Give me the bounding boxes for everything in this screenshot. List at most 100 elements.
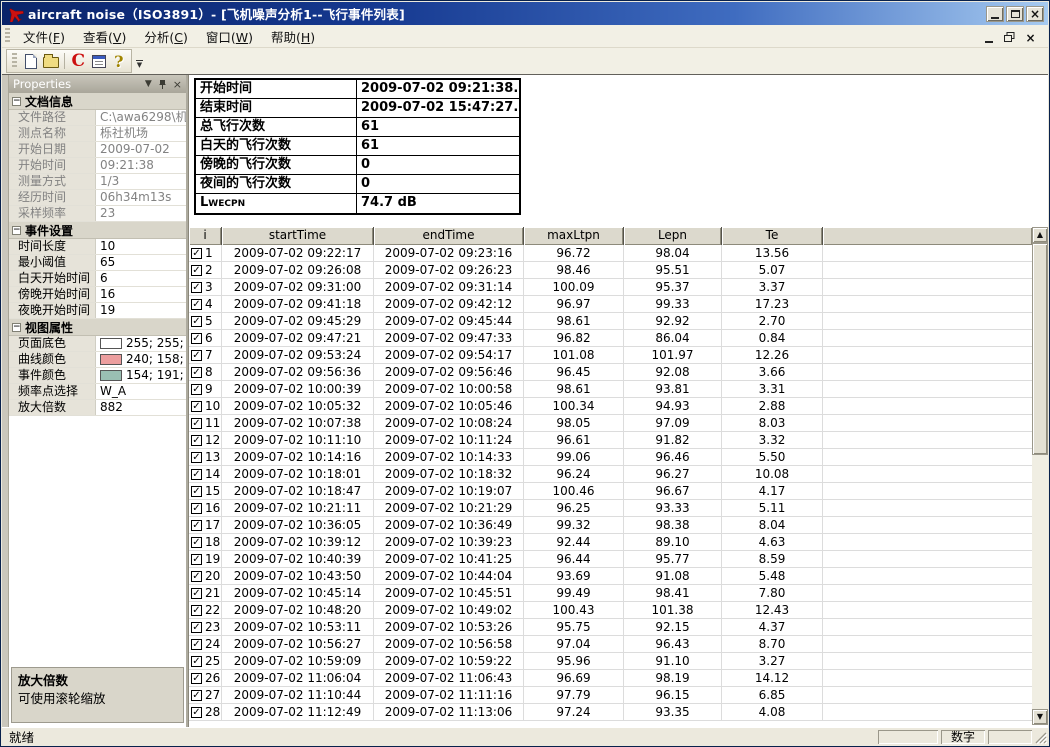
- scrollbar-thumb[interactable]: [1032, 243, 1048, 455]
- menu-item-4[interactable]: 帮助(H): [262, 24, 324, 49]
- event-row[interactable]: ✓32009-07-02 09:31:002009-07-02 09:31:14…: [189, 279, 1032, 296]
- menu-item-1[interactable]: 查看(V): [74, 24, 135, 49]
- mdi-close-button[interactable]: ×: [1023, 30, 1038, 43]
- event-row[interactable]: ✓232009-07-02 10:53:112009-07-02 10:53:2…: [189, 619, 1032, 636]
- open-file-button[interactable]: [41, 51, 61, 71]
- event-row[interactable]: ✓92009-07-02 10:00:392009-07-02 10:00:58…: [189, 381, 1032, 398]
- event-row[interactable]: ✓162009-07-02 10:21:112009-07-02 10:21:2…: [189, 500, 1032, 517]
- row-checkbox[interactable]: ✓: [191, 350, 202, 361]
- panel-close-icon[interactable]: ×: [173, 80, 182, 89]
- menu-grip[interactable]: [5, 28, 10, 44]
- row-checkbox[interactable]: ✓: [191, 316, 202, 327]
- event-row[interactable]: ✓112009-07-02 10:07:382009-07-02 10:08:2…: [189, 415, 1032, 432]
- row-checkbox[interactable]: ✓: [191, 571, 202, 582]
- title-bar[interactable]: aircraft noise（ISO3891）- [飞机噪声分析1--飞行事件列…: [2, 2, 1048, 25]
- event-row[interactable]: ✓272009-07-02 11:10:442009-07-02 11:11:1…: [189, 687, 1032, 704]
- property-row[interactable]: 测量方式1/3: [9, 174, 186, 190]
- row-checkbox[interactable]: ✓: [191, 384, 202, 395]
- minimize-button[interactable]: [986, 6, 1004, 22]
- property-value[interactable]: 154; 191; 18: [96, 368, 186, 383]
- collapse-minus-icon[interactable]: −: [12, 323, 21, 332]
- close-button[interactable]: ×: [1026, 6, 1044, 22]
- collapse-minus-icon[interactable]: −: [12, 226, 21, 235]
- properties-panel-header[interactable]: Properties ▼ ×: [9, 75, 186, 93]
- row-checkbox[interactable]: ✓: [191, 486, 202, 497]
- property-section-header[interactable]: −视图属性: [9, 319, 186, 336]
- scroll-down-button[interactable]: ▼: [1032, 709, 1048, 725]
- maximize-button[interactable]: [1006, 6, 1024, 22]
- property-value[interactable]: 19: [96, 303, 186, 318]
- event-row[interactable]: ✓192009-07-02 10:40:392009-07-02 10:41:2…: [189, 551, 1032, 568]
- properties-button[interactable]: [88, 51, 108, 71]
- column-header-blank[interactable]: [823, 227, 1032, 245]
- event-row[interactable]: ✓52009-07-02 09:45:292009-07-02 09:45:44…: [189, 313, 1032, 330]
- row-checkbox[interactable]: ✓: [191, 503, 202, 514]
- row-checkbox[interactable]: ✓: [191, 435, 202, 446]
- property-row[interactable]: 最小阈值65: [9, 255, 186, 271]
- property-row[interactable]: 傍晚开始时间16: [9, 287, 186, 303]
- property-value[interactable]: 882: [96, 400, 186, 415]
- calibration-button[interactable]: C: [68, 51, 88, 71]
- row-checkbox[interactable]: ✓: [191, 282, 202, 293]
- row-checkbox[interactable]: ✓: [191, 588, 202, 599]
- row-checkbox[interactable]: ✓: [191, 520, 202, 531]
- event-row[interactable]: ✓242009-07-02 10:56:272009-07-02 10:56:5…: [189, 636, 1032, 653]
- property-value[interactable]: 23: [96, 206, 186, 221]
- event-row[interactable]: ✓222009-07-02 10:48:202009-07-02 10:49:0…: [189, 602, 1032, 619]
- property-row[interactable]: 文件路径C:\awa6298\机场: [9, 110, 186, 126]
- row-checkbox[interactable]: ✓: [191, 248, 202, 259]
- property-value[interactable]: 240; 158; 15: [96, 352, 186, 367]
- property-row[interactable]: 采样频率23: [9, 206, 186, 222]
- property-row[interactable]: 时间长度10: [9, 239, 186, 255]
- vertical-scrollbar[interactable]: ▲ ▼: [1032, 227, 1048, 725]
- event-row[interactable]: ✓122009-07-02 10:11:102009-07-02 10:11:2…: [189, 432, 1032, 449]
- property-value[interactable]: 栎社机场: [96, 126, 186, 141]
- property-row[interactable]: 曲线颜色240; 158; 15: [9, 352, 186, 368]
- event-row[interactable]: ✓152009-07-02 10:18:472009-07-02 10:19:0…: [189, 483, 1032, 500]
- resize-grip-icon[interactable]: [1034, 731, 1047, 744]
- row-checkbox[interactable]: ✓: [191, 656, 202, 667]
- property-row[interactable]: 开始时间09:21:38: [9, 158, 186, 174]
- property-value[interactable]: W_A: [96, 384, 186, 399]
- event-row[interactable]: ✓12009-07-02 09:22:172009-07-02 09:23:16…: [189, 245, 1032, 262]
- property-row[interactable]: 夜晚开始时间19: [9, 303, 186, 319]
- row-checkbox[interactable]: ✓: [191, 452, 202, 463]
- panel-menu-chevron-icon[interactable]: ▼: [145, 80, 152, 89]
- row-checkbox[interactable]: ✓: [191, 673, 202, 684]
- column-header-i[interactable]: i: [189, 227, 222, 245]
- row-checkbox[interactable]: ✓: [191, 333, 202, 344]
- property-value[interactable]: 2009-07-02: [96, 142, 186, 157]
- column-header-endTime[interactable]: endTime: [374, 227, 524, 245]
- event-row[interactable]: ✓132009-07-02 10:14:162009-07-02 10:14:3…: [189, 449, 1032, 466]
- property-section-header[interactable]: −文档信息: [9, 93, 186, 110]
- event-row[interactable]: ✓252009-07-02 10:59:092009-07-02 10:59:2…: [189, 653, 1032, 670]
- event-row[interactable]: ✓262009-07-02 11:06:042009-07-02 11:06:4…: [189, 670, 1032, 687]
- row-checkbox[interactable]: ✓: [191, 367, 202, 378]
- event-row[interactable]: ✓212009-07-02 10:45:142009-07-02 10:45:5…: [189, 585, 1032, 602]
- mdi-restore-button[interactable]: [1002, 30, 1017, 43]
- property-row[interactable]: 页面底色255; 255; 25: [9, 336, 186, 352]
- help-button[interactable]: ?: [109, 51, 129, 71]
- row-checkbox[interactable]: ✓: [191, 707, 202, 718]
- event-row[interactable]: ✓172009-07-02 10:36:052009-07-02 10:36:4…: [189, 517, 1032, 534]
- property-row[interactable]: 测点名称栎社机场: [9, 126, 186, 142]
- menu-item-3[interactable]: 窗口(W): [197, 24, 262, 49]
- event-row[interactable]: ✓72009-07-02 09:53:242009-07-02 09:54:17…: [189, 347, 1032, 364]
- row-checkbox[interactable]: ✓: [191, 299, 202, 310]
- property-value[interactable]: 255; 255; 25: [96, 336, 186, 351]
- property-row[interactable]: 经历时间06h34m13s: [9, 190, 186, 206]
- menu-item-0[interactable]: 文件(F): [14, 24, 74, 49]
- row-checkbox[interactable]: ✓: [191, 469, 202, 480]
- event-row[interactable]: ✓282009-07-02 11:12:492009-07-02 11:13:0…: [189, 704, 1032, 721]
- event-row[interactable]: ✓142009-07-02 10:18:012009-07-02 10:18:3…: [189, 466, 1032, 483]
- property-value[interactable]: 09:21:38: [96, 158, 186, 173]
- row-checkbox[interactable]: ✓: [191, 690, 202, 701]
- event-row[interactable]: ✓22009-07-02 09:26:082009-07-02 09:26:23…: [189, 262, 1032, 279]
- row-checkbox[interactable]: ✓: [191, 418, 202, 429]
- property-value[interactable]: 65: [96, 255, 186, 270]
- menu-item-2[interactable]: 分析(C): [135, 24, 197, 49]
- property-row[interactable]: 频率点选择W_A: [9, 384, 186, 400]
- property-value[interactable]: 6: [96, 271, 186, 286]
- column-header-Lepn[interactable]: Lepn: [624, 227, 722, 245]
- column-header-maxLtpn[interactable]: maxLtpn: [524, 227, 624, 245]
